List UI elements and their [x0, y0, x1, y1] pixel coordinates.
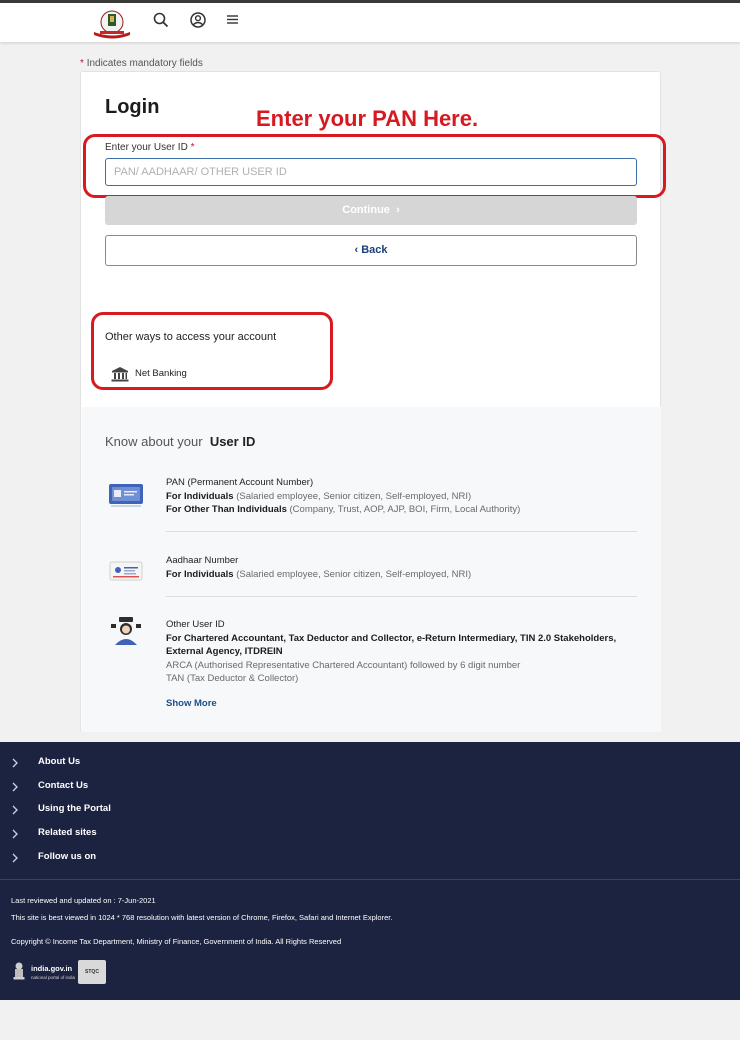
other-user-line-3: TAN (Tax Deductor & Collector)	[166, 673, 299, 684]
best-viewed-text: This site is best viewed in 1024 * 768 r…	[11, 913, 393, 922]
pan-info: PAN (Permanent Account Number) For Indiv…	[166, 476, 636, 517]
footer-item-about[interactable]: About Us	[10, 755, 310, 771]
other-user-title: Other User ID	[166, 619, 225, 630]
mandatory-text: Indicates mandatory fields	[86, 58, 203, 69]
site-footer: About Us Contact Us Using the Portal Rel…	[0, 742, 740, 1000]
last-reviewed-text: Last reviewed and updated on : 7-Jun-202…	[11, 896, 156, 905]
search-icon[interactable]	[152, 11, 170, 29]
login-card: Login Enter your PAN Here. Enter your Us…	[80, 71, 666, 732]
mandatory-note: * Indicates mandatory fields	[80, 58, 203, 69]
continue-button[interactable]: Continue ›	[105, 196, 637, 225]
back-button[interactable]: ‹ Back	[105, 235, 637, 266]
pan-line-2: For Other Than Individuals (Company, Tru…	[166, 503, 636, 517]
other-user-icon	[111, 617, 141, 645]
copyright-text: Copyright © Income Tax Department, Minis…	[11, 937, 342, 946]
pan-line-2-bold: For Other Than Individuals	[166, 504, 287, 515]
pan-card-icon	[109, 484, 143, 507]
footer-link-label: About Us	[38, 756, 81, 767]
footer-link-label: Follow us on	[38, 851, 97, 862]
annotation-highlight-input	[83, 134, 666, 198]
footer-link-label: Using the Portal	[38, 803, 111, 814]
footer-divider	[0, 879, 740, 880]
mandatory-star: *	[80, 58, 84, 69]
divider	[166, 596, 637, 597]
menu-icon[interactable]	[224, 11, 242, 29]
footer-item-related-sites[interactable]: Related sites	[10, 826, 310, 842]
chevron-left-icon: ‹	[354, 244, 359, 256]
continue-label: Continue	[342, 204, 390, 216]
aadhaar-line-1: For Individuals (Salaried employee, Seni…	[166, 568, 636, 582]
chevron-right-icon	[12, 782, 18, 792]
stqc-badge[interactable]: STQC	[78, 960, 106, 984]
pan-line-2-rest: (Company, Trust, AOP, AJP, BOI, Firm, Lo…	[286, 504, 521, 515]
know-bold: User ID	[209, 434, 256, 449]
aadhaar-title: Aadhaar Number	[166, 555, 239, 566]
page-title: Login	[105, 96, 160, 118]
chevron-right-icon	[12, 829, 18, 839]
income-tax-department-logo[interactable]	[92, 9, 132, 39]
footer-link-label: Contact Us	[38, 780, 89, 791]
know-user-id-title: Know about your User ID	[105, 434, 255, 449]
show-more-link[interactable]: Show More	[166, 698, 217, 709]
annotation-text: Enter your PAN Here.	[256, 106, 479, 131]
site-header	[0, 3, 740, 42]
pan-title: PAN (Permanent Account Number)	[166, 477, 314, 488]
india-gov-subtitle: national portal of india	[31, 975, 76, 980]
pan-line-1-bold: For Individuals	[166, 490, 234, 502]
aadhaar-info: Aadhaar Number For Individuals (Salaried…	[166, 554, 636, 581]
aadhaar-line-1-rest: (Salaried employee, Senior citizen, Self…	[233, 568, 472, 580]
other-user-line-1: For Chartered Accountant, Tax Deductor a…	[166, 632, 617, 658]
chevron-right-icon	[12, 853, 18, 863]
pan-line-1: For Individuals (Salaried employee, Seni…	[166, 490, 636, 504]
footer-item-using-portal[interactable]: Using the Portal	[10, 802, 310, 818]
india-gov-logo[interactable]: india.gov.in	[31, 964, 72, 973]
footer-link-label: Related sites	[38, 827, 97, 838]
other-user-info: Other User ID For Chartered Accountant, …	[166, 618, 636, 686]
chevron-right-icon: ›	[396, 204, 400, 216]
other-user-line-2: ARCA (Authorised Representative Chartere…	[166, 659, 521, 671]
footer-item-follow-us[interactable]: Follow us on	[10, 850, 310, 866]
back-label: Back	[361, 244, 388, 256]
aadhaar-card-icon	[109, 561, 143, 581]
know-prefix: Know about your	[105, 434, 203, 449]
user-circle-icon[interactable]	[189, 11, 207, 29]
annotation-highlight-other-ways	[91, 312, 333, 390]
national-emblem-icon	[13, 962, 25, 980]
pan-line-1-rest: (Salaried employee, Senior citizen, Self…	[233, 490, 472, 502]
aadhaar-line-1-bold: For Individuals	[166, 568, 234, 580]
divider	[166, 531, 637, 532]
chevron-right-icon	[12, 805, 18, 815]
footer-item-contact[interactable]: Contact Us	[10, 779, 310, 795]
chevron-right-icon	[12, 758, 18, 768]
